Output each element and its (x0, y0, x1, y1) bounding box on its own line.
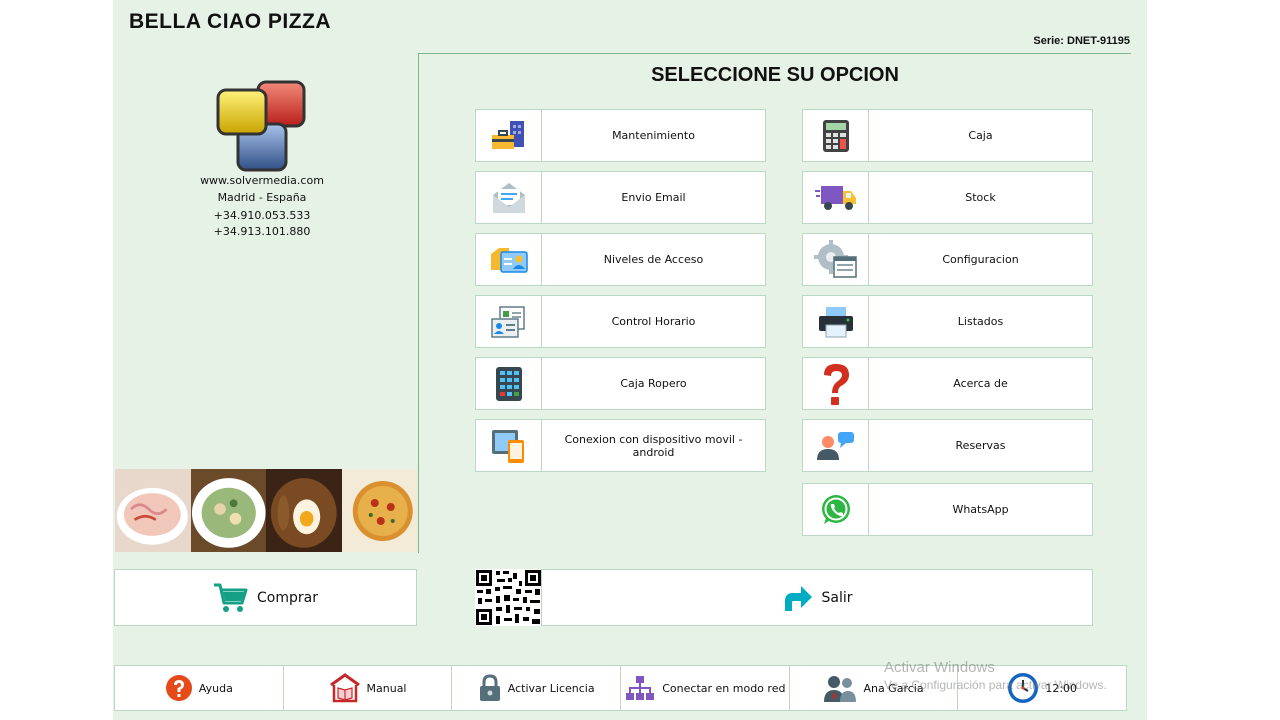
manual-book-icon (329, 673, 360, 703)
option-label: Niveles de Acceso (603, 253, 704, 266)
clock-icon (1008, 673, 1039, 703)
network-icon (626, 676, 655, 700)
food-photo-egg (266, 469, 342, 552)
exit-button[interactable]: Salir (541, 569, 1093, 626)
help-label: Ayuda (198, 681, 233, 695)
question-mark-icon (803, 358, 869, 409)
clock-label: 12:00 (1045, 681, 1078, 695)
network-mode-button[interactable]: Conectar en modo red (621, 666, 790, 710)
food-photo-pizza (341, 469, 417, 552)
option-configuracion[interactable]: Configuracion (802, 233, 1093, 286)
current-user-label: Ana Garcia (863, 681, 924, 695)
option-control-horario[interactable]: Control Horario (475, 295, 766, 348)
option-stock[interactable]: Stock (802, 171, 1093, 224)
option-label: Acerca de (953, 377, 1008, 390)
food-photo-strip (115, 469, 417, 552)
exit-label: Salir (821, 589, 853, 606)
current-user-button[interactable]: Ana Garcia (790, 666, 959, 710)
option-whatsapp[interactable]: WhatsApp (802, 483, 1093, 536)
exit-arrow-icon (785, 585, 813, 611)
people-chat-icon (803, 420, 869, 471)
bottom-toolbar: Ayuda Manual Activar Licencia Conectar e… (114, 665, 1127, 711)
option-label: Stock (965, 191, 996, 204)
lock-icon (479, 674, 500, 701)
buy-button[interactable]: Comprar (114, 569, 417, 626)
activate-license-button[interactable]: Activar Licencia (452, 666, 622, 710)
option-label: Control Horario (611, 315, 696, 328)
id-card-icon (476, 234, 542, 285)
toolbox-building-icon (476, 110, 542, 161)
company-logo-icon (216, 80, 306, 172)
buy-label: Comprar (257, 589, 318, 606)
option-mantenimiento[interactable]: Mantenimiento (475, 109, 766, 162)
food-photo-salad (190, 469, 266, 552)
help-icon (165, 675, 192, 701)
option-label: WhatsApp (952, 503, 1009, 516)
users-icon (824, 676, 857, 702)
company-location: Madrid - España (217, 191, 307, 204)
company-website: www.solvermedia.com (200, 174, 324, 187)
whatsapp-icon (803, 484, 869, 535)
option-envio-email[interactable]: Envio Email (475, 171, 766, 224)
company-phone-1: +34.910.053.533 (213, 209, 311, 222)
activate-license-label: Activar Licencia (507, 681, 595, 695)
option-label: Caja (968, 129, 993, 142)
option-label: Reservas (955, 439, 1006, 452)
qr-code-icon[interactable] (475, 569, 542, 626)
option-label: Envio Email (621, 191, 686, 204)
time-card-icon (476, 296, 542, 347)
email-envelope-icon (476, 172, 542, 223)
keypad-icon (476, 358, 542, 409)
option-acerca-de[interactable]: Acerca de (802, 357, 1093, 410)
serial-number: Serie: DNET-91195 (1033, 35, 1130, 47)
option-label: Configuracion (942, 253, 1019, 266)
app-title: BELLA CIAO PIZZA (129, 10, 332, 33)
options-heading: SELECCIONE SU OPCION (651, 64, 899, 86)
main-panel-divider (418, 53, 1131, 54)
manual-label: Manual (366, 681, 407, 695)
delivery-truck-icon (803, 172, 869, 223)
option-reservas[interactable]: Reservas (802, 419, 1093, 472)
option-caja-ropero[interactable]: Caja Ropero (475, 357, 766, 410)
manual-button[interactable]: Manual (284, 666, 453, 710)
food-photo-ceviche (115, 469, 191, 552)
help-button[interactable]: Ayuda (115, 666, 284, 710)
printer-icon (803, 296, 869, 347)
mobile-device-icon (476, 420, 542, 471)
calculator-icon (803, 110, 869, 161)
settings-gear-icon (803, 234, 869, 285)
option-conexion-movil[interactable]: Conexion con dispositivo movil - android (475, 419, 766, 472)
shopping-cart-icon (214, 583, 248, 612)
network-mode-label: Conectar en modo red (662, 681, 786, 695)
clock-display: 12:00 (958, 666, 1126, 710)
company-phone-2: +34.913.101.880 (213, 225, 311, 238)
option-label: Mantenimiento (612, 129, 695, 142)
option-listados[interactable]: Listados (802, 295, 1093, 348)
option-niveles-acceso[interactable]: Niveles de Acceso (475, 233, 766, 286)
option-label: Listados (957, 315, 1004, 328)
option-label: Caja Ropero (620, 377, 687, 390)
option-label: Conexion con dispositivo movil - android (564, 432, 743, 459)
option-caja[interactable]: Caja (802, 109, 1093, 162)
